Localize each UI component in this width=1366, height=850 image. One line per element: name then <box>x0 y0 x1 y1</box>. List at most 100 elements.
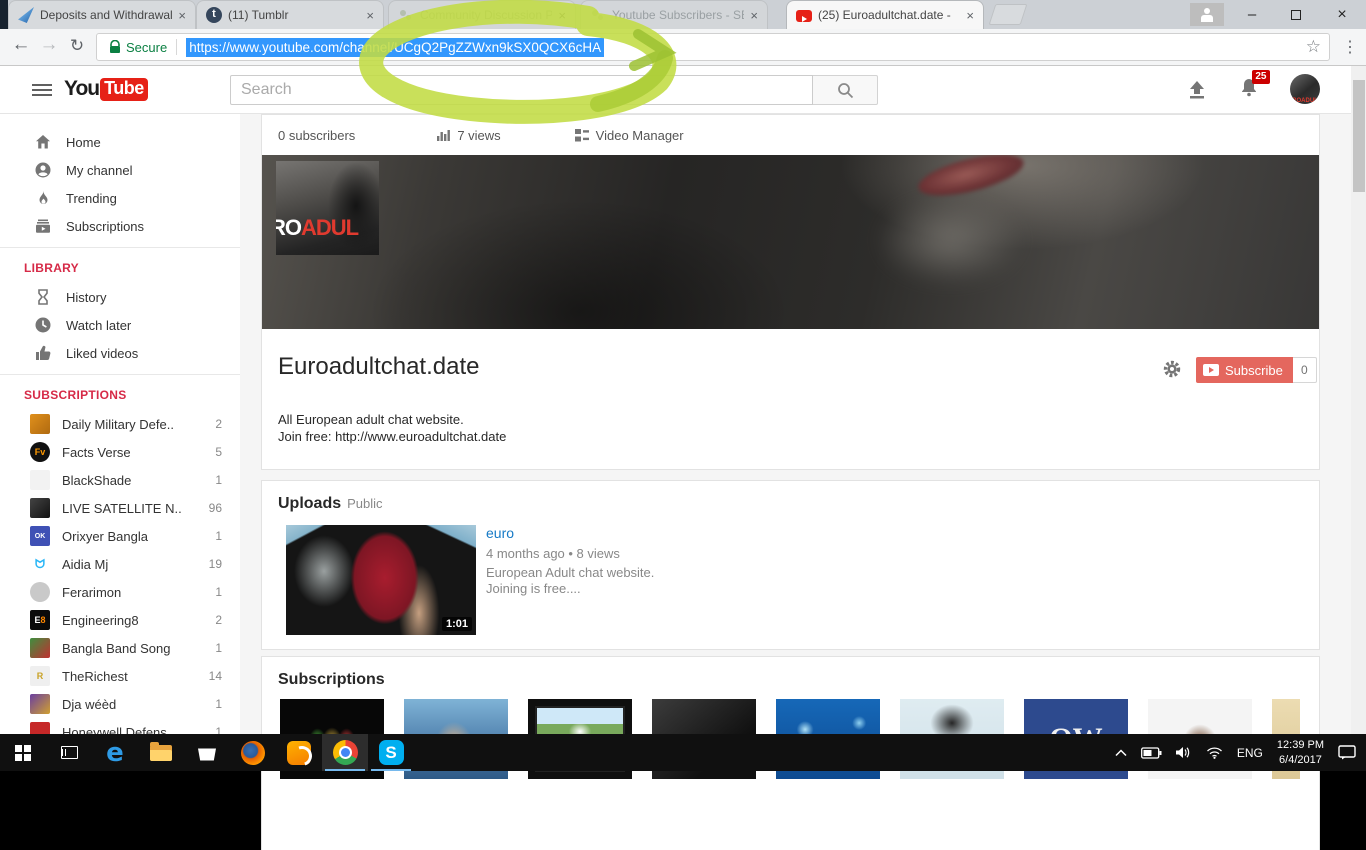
windows-logo-icon <box>15 745 31 761</box>
tray-chevron-icon[interactable] <box>1115 749 1127 757</box>
sidebar-item-watch-later[interactable]: Watch later <box>0 311 240 339</box>
skype-taskbar-button[interactable]: S <box>368 734 414 771</box>
sidebar-subscription-row[interactable]: E8 Engineering8 2 <box>0 606 240 634</box>
maximize-button[interactable] <box>1276 0 1316 29</box>
task-view-button[interactable] <box>46 734 92 771</box>
sidebar-item-liked-videos[interactable]: Liked videos <box>0 339 240 367</box>
page-scrollbar[interactable] <box>1351 66 1366 734</box>
sidebar-subscription-row[interactable]: OK Orixyer Bangla 1 <box>0 522 240 550</box>
search-button[interactable] <box>813 75 878 105</box>
secure-label: Secure <box>126 40 167 55</box>
tab-youtube-subscribers[interactable]: Youtube Subscribers - SE × <box>580 0 768 29</box>
tab-close-icon[interactable]: × <box>366 9 374 22</box>
file-explorer-taskbar-button[interactable] <box>138 734 184 771</box>
volume-icon[interactable] <box>1176 746 1192 759</box>
firefox-icon <box>241 741 265 765</box>
tab-euroadultchat-active[interactable]: (25) Euroadultchat.date - × <box>786 0 984 29</box>
search-input[interactable] <box>230 75 813 105</box>
address-bar[interactable]: Secure https://www.youtube.com/channel/U… <box>96 33 1330 61</box>
youtube-logo[interactable]: You Tube <box>64 77 148 101</box>
scrollbar-thumb[interactable] <box>1353 80 1365 192</box>
upload-icon[interactable] <box>1186 78 1208 100</box>
search-icon <box>837 82 854 99</box>
guide-menu-icon[interactable] <box>32 84 52 99</box>
sidebar-subscription-row[interactable]: Dja wéèd 1 <box>0 690 240 718</box>
channel-title: Euroadultchat.date <box>278 353 479 381</box>
tab-close-icon[interactable]: × <box>750 9 758 22</box>
windows-taskbar: e S ENG 12:39 PM 6/4/2017 <box>0 734 1366 771</box>
omnibox-divider <box>176 39 177 55</box>
reload-button[interactable]: ↻ <box>64 36 90 56</box>
edge-taskbar-button[interactable]: e <box>92 734 138 771</box>
thumbs-up-icon <box>34 344 52 362</box>
channel-avatar <box>30 470 50 490</box>
tab-close-icon[interactable]: × <box>178 9 186 22</box>
start-button[interactable] <box>0 734 46 771</box>
tab-community-discussion[interactable]: Community Discussion P × <box>388 0 576 29</box>
subscriptions-header: SUBSCRIPTIONS <box>0 382 240 410</box>
swoosh-favicon <box>18 7 34 23</box>
video-manager-link[interactable]: Video Manager <box>575 128 684 143</box>
sidebar-item-subscriptions[interactable]: Subscriptions <box>0 212 240 240</box>
store-taskbar-button[interactable] <box>184 734 230 771</box>
channel-banner-avatar: ROADUL <box>276 161 379 255</box>
subscribe-button[interactable]: Subscribe 0 <box>1196 357 1317 383</box>
url-text-selected[interactable]: https://www.youtube.com/channel/UCgQ2PgZ… <box>186 38 604 57</box>
tab-tumblr[interactable]: t (11) Tumblr × <box>196 0 384 29</box>
new-tab-button[interactable] <box>989 4 1028 25</box>
action-center-icon[interactable] <box>1338 745 1356 760</box>
tab-close-icon[interactable]: × <box>966 9 974 22</box>
tab-deposits[interactable]: Deposits and Withdrawal × <box>8 0 196 29</box>
sidebar-subscription-row[interactable]: Ferarimon 1 <box>0 578 240 606</box>
maximize-icon <box>1291 10 1301 20</box>
channel-settings-button[interactable] <box>1162 359 1182 384</box>
language-indicator[interactable]: ENG <box>1237 746 1263 760</box>
sidebar-item-my-channel[interactable]: My channel <box>0 156 240 184</box>
channel-title-row: Euroadultchat.date Subscribe 0 <box>262 329 1319 399</box>
video-thumbnail[interactable]: 1:01 <box>286 525 476 635</box>
sidebar-subscription-row[interactable]: Bangla Band Song 1 <box>0 634 240 662</box>
notifications-button[interactable]: 25 <box>1238 76 1260 103</box>
firefox-taskbar-button[interactable] <box>230 734 276 771</box>
tray-date: 6/4/2017 <box>1277 753 1324 768</box>
tab-close-icon[interactable]: × <box>558 9 566 22</box>
sidebar-item-home[interactable]: Home <box>0 128 240 156</box>
uc-browser-taskbar-button[interactable] <box>276 734 322 771</box>
sidebar-subscription-row[interactable]: R TheRichest 14 <box>0 662 240 690</box>
sidebar-item-trending[interactable]: Trending <box>0 184 240 212</box>
back-button[interactable]: ← <box>8 34 34 56</box>
sidebar-subscription-row[interactable]: BlackShade 1 <box>0 466 240 494</box>
clock-icon <box>34 316 52 334</box>
sidebar-divider <box>0 247 240 248</box>
channel-description: All European adult chat website. Join fr… <box>278 411 506 445</box>
youtube-favicon <box>796 10 812 22</box>
notification-badge: 25 <box>1252 70 1270 84</box>
video-manager-icon <box>575 129 589 142</box>
sidebar-subscription-row[interactable]: ᗢ Aidia Mj 19 <box>0 550 240 578</box>
chrome-icon <box>333 740 358 765</box>
chrome-taskbar-button[interactable] <box>322 734 368 771</box>
wifi-icon[interactable] <box>1206 746 1223 759</box>
sidebar-item-history[interactable]: History <box>0 283 240 311</box>
tray-time: 12:39 PM <box>1277 738 1324 753</box>
taskbar-clock[interactable]: 12:39 PM 6/4/2017 <box>1277 738 1324 768</box>
account-avatar[interactable]: ROADUL <box>1290 74 1320 104</box>
sidebar-subscription-row[interactable]: LIVE SATELLITE N.. 96 <box>0 494 240 522</box>
close-window-button[interactable]: × <box>1320 0 1364 29</box>
minimize-button[interactable]: – <box>1232 0 1272 29</box>
battery-icon[interactable] <box>1141 747 1162 759</box>
folder-icon <box>150 745 172 761</box>
forward-button[interactable]: → <box>36 34 62 56</box>
sidebar-subscription-row[interactable]: Daily Military Defe.. 2 <box>0 410 240 438</box>
chrome-menu-icon[interactable]: ⋮ <box>1342 37 1358 57</box>
dots-favicon <box>590 7 606 23</box>
channel-avatar <box>30 582 50 602</box>
sidebar-divider <box>0 374 240 375</box>
video-title-link[interactable]: euro <box>486 525 654 541</box>
sidebar-subscription-row[interactable]: Fv Facts Verse 5 <box>0 438 240 466</box>
description-line: Join free: http://www.euroadultchat.date <box>278 428 506 445</box>
video-meta: 4 months ago • 8 views <box>486 546 654 561</box>
browser-profile-button[interactable] <box>1190 3 1224 26</box>
bookmark-star-icon[interactable]: ☆ <box>1306 37 1321 57</box>
subscriptions-section-header: Subscriptions <box>278 671 385 689</box>
